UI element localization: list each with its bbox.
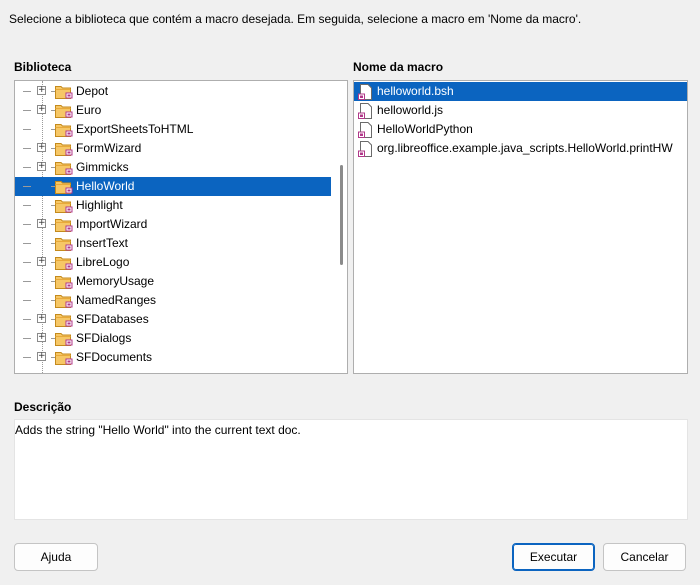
- library-item[interactable]: + Euro: [15, 101, 331, 120]
- library-item-label: NamedRanges: [76, 293, 157, 307]
- macro-document-icon: [358, 141, 372, 157]
- library-item[interactable]: + FormWizard: [15, 139, 331, 158]
- library-item-label: LibreLogo: [76, 255, 130, 269]
- library-label: Biblioteca: [14, 60, 72, 74]
- library-item[interactable]: InsertText: [15, 234, 331, 253]
- macro-list[interactable]: helloworld.bsh helloworld.js HelloWorldPyt…: [353, 80, 688, 374]
- macro-item-label: org.libreoffice.example.java_scripts.Hel…: [377, 141, 673, 155]
- folder-macro-icon: [55, 179, 73, 194]
- folder-macro-icon: [55, 122, 73, 137]
- library-item-label: Euro: [76, 103, 102, 117]
- tree-branch-line: [23, 186, 31, 187]
- library-item[interactable]: + ImportWizard: [15, 215, 331, 234]
- library-item[interactable]: + SFDatabases: [15, 310, 331, 329]
- macro-item[interactable]: org.libreoffice.example.java_scripts.Hel…: [354, 139, 687, 158]
- tree-branch-line: [23, 205, 31, 206]
- tree-branch-line: [23, 300, 31, 301]
- description-box: Adds the string "Hello World" into the c…: [14, 419, 688, 520]
- plus-expander-icon[interactable]: +: [37, 86, 46, 95]
- folder-macro-icon: [55, 350, 73, 365]
- plus-expander-icon[interactable]: +: [37, 352, 46, 361]
- macro-document-icon: [358, 122, 372, 138]
- run-button[interactable]: Executar: [512, 543, 595, 571]
- library-item-label: InsertText: [76, 236, 129, 250]
- library-item[interactable]: MemoryUsage: [15, 272, 331, 291]
- library-scrollbar[interactable]: [340, 165, 343, 265]
- folder-macro-icon: [55, 217, 73, 232]
- plus-expander-icon[interactable]: +: [37, 333, 46, 342]
- folder-macro-icon: [55, 236, 73, 251]
- macro-item-label: HelloWorldPython: [377, 122, 473, 136]
- library-item[interactable]: + SFDialogs: [15, 329, 331, 348]
- tree-branch-line: [23, 319, 31, 320]
- tree-branch-line: [23, 357, 31, 358]
- library-item-label: Depot: [76, 84, 109, 98]
- cancel-button[interactable]: Cancelar: [603, 543, 686, 571]
- macro-document-icon: [358, 103, 372, 119]
- tree-branch-line: [23, 110, 31, 111]
- macro-item-label: helloworld.js: [377, 103, 444, 117]
- folder-macro-icon: [55, 160, 73, 175]
- macro-name-label: Nome da macro: [353, 60, 444, 74]
- library-item[interactable]: Highlight: [15, 196, 331, 215]
- library-item-label: Gimmicks: [76, 160, 129, 174]
- plus-expander-icon[interactable]: +: [37, 314, 46, 323]
- folder-macro-icon: [55, 312, 73, 327]
- folder-macro-icon: [55, 84, 73, 99]
- library-item[interactable]: + LibreLogo: [15, 253, 331, 272]
- plus-expander-icon[interactable]: +: [37, 162, 46, 171]
- description-text: Adds the string "Hello World" into the c…: [15, 423, 301, 437]
- description-label: Descrição: [14, 400, 72, 414]
- folder-macro-icon: [55, 198, 73, 213]
- folder-macro-icon: [55, 293, 73, 308]
- tree-branch-line: [23, 148, 31, 149]
- tree-branch-line: [23, 243, 31, 244]
- library-item[interactable]: + Gimmicks: [15, 158, 331, 177]
- library-item-label: SFDocuments: [76, 350, 153, 364]
- library-item-label: ExportSheetsToHTML: [76, 122, 194, 136]
- plus-expander-icon[interactable]: +: [37, 219, 46, 228]
- library-item-label: HelloWorld: [76, 179, 135, 193]
- library-item-label: SFDialogs: [76, 331, 132, 345]
- library-item-label: SFDatabases: [76, 312, 149, 326]
- tree-branch-line: [23, 91, 31, 92]
- tree-branch-line: [23, 338, 31, 339]
- folder-macro-icon: [55, 103, 73, 118]
- macro-document-icon: [358, 84, 372, 100]
- tree-branch-line: [23, 129, 31, 130]
- library-item[interactable]: ExportSheetsToHTML: [15, 120, 331, 139]
- library-item[interactable]: + Depot: [15, 82, 331, 101]
- library-item[interactable]: NamedRanges: [15, 291, 331, 310]
- tree-branch-line: [23, 167, 31, 168]
- folder-macro-icon: [55, 274, 73, 289]
- library-item-label: Highlight: [76, 198, 123, 212]
- help-button[interactable]: Ajuda: [14, 543, 98, 571]
- tree-branch-line: [23, 262, 31, 263]
- tree-branch-line: [23, 281, 31, 282]
- instruction-text: Selecione a biblioteca que contém a macr…: [9, 12, 582, 26]
- plus-expander-icon[interactable]: +: [37, 257, 46, 266]
- plus-expander-icon[interactable]: +: [37, 143, 46, 152]
- macro-item[interactable]: HelloWorldPython: [354, 120, 687, 139]
- folder-macro-icon: [55, 141, 73, 156]
- library-tree[interactable]: + Depot + Euro ExportSheetsToHTML + FormWizard…: [14, 80, 348, 374]
- library-item[interactable]: + SFDocuments: [15, 348, 331, 367]
- library-item-label: FormWizard: [76, 141, 142, 155]
- macro-item[interactable]: helloworld.js: [354, 101, 687, 120]
- macro-item[interactable]: helloworld.bsh: [354, 82, 687, 101]
- library-item[interactable]: HelloWorld: [15, 177, 331, 196]
- macro-item-label: helloworld.bsh: [377, 84, 454, 98]
- tree-branch-line: [23, 224, 31, 225]
- library-item-label: MemoryUsage: [76, 274, 155, 288]
- folder-macro-icon: [55, 255, 73, 270]
- library-item-label: ImportWizard: [76, 217, 148, 231]
- folder-macro-icon: [55, 331, 73, 346]
- plus-expander-icon[interactable]: +: [37, 105, 46, 114]
